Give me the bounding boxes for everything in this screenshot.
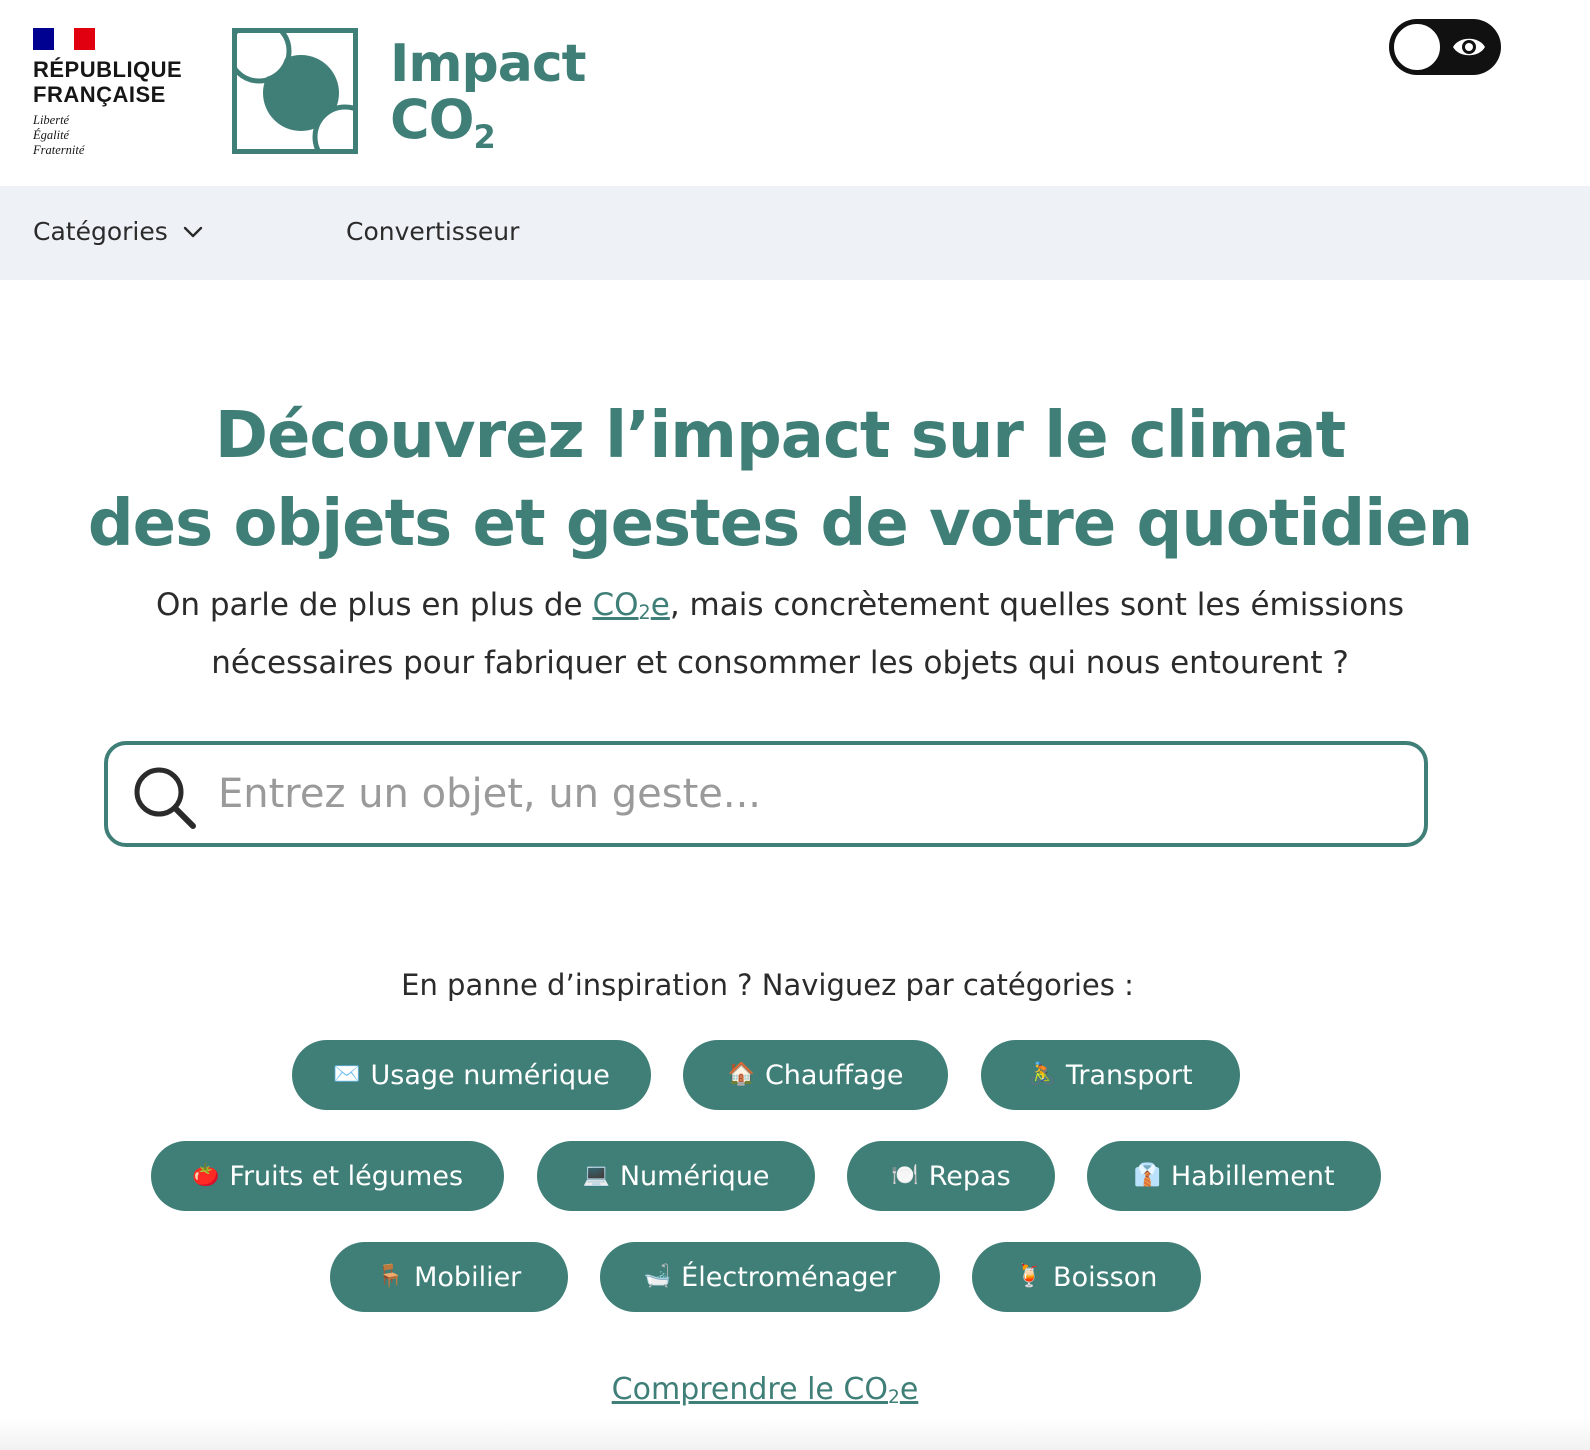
motto-liberte: Liberté: [33, 113, 70, 127]
category-fruits-legumes-button[interactable]: 🍅 Fruits et légumes: [151, 1141, 504, 1211]
eye-icon: [1453, 38, 1485, 56]
categories-intro: En panne d’inspiration ? Naviguez par ca…: [401, 968, 1134, 1002]
hero-sub-line2: nécessaires pour fabriquer et consommer …: [211, 645, 1349, 681]
logo-co: CO: [390, 88, 475, 151]
co2e-link-sub: 2: [638, 601, 651, 624]
logo-co2-text: CO2: [390, 92, 586, 165]
category-label: Chauffage: [764, 1059, 904, 1091]
hero-sub-before: On parle de plus en plus de: [155, 587, 593, 623]
search-bar[interactable]: [104, 741, 1428, 847]
republique-francaise-text: RÉPUBLIQUE FRANÇAISE: [33, 57, 203, 107]
cocktail-icon: 🍹: [1015, 1264, 1044, 1289]
plate-icon: 🍽️: [891, 1163, 919, 1188]
category-numerique-button[interactable]: 💻 Numérique: [537, 1141, 815, 1211]
toggle-knob: [1392, 22, 1442, 72]
chair-icon: 🪑: [376, 1264, 405, 1289]
laptop-icon: 💻: [582, 1163, 610, 1188]
category-label: Fruits et légumes: [229, 1160, 464, 1192]
house-icon: 🏠: [727, 1062, 755, 1087]
chevron-down-icon: [183, 226, 202, 237]
nav-categories-label: Catégories: [33, 217, 168, 246]
logo-sub: 2: [473, 118, 496, 156]
impact-co2-logo-icon[interactable]: [232, 28, 358, 154]
category-mobilier-button[interactable]: 🪑 Mobilier: [330, 1242, 568, 1312]
impact-co2-wordmark[interactable]: Impact CO2: [390, 34, 587, 165]
page-bottom-edge: [0, 1418, 1590, 1450]
hero-title-line1: Découvrez l’impact sur le climat: [214, 399, 1346, 473]
bathtub-icon: 🛁: [643, 1264, 672, 1289]
co2e-link-e: e: [650, 587, 670, 623]
site-header: RÉPUBLIQUE FRANÇAISE Liberté Égalité Fra…: [0, 0, 1590, 186]
theme-toggle[interactable]: [1389, 19, 1501, 75]
gov-motto: Liberté Égalité Fraternité: [33, 113, 203, 158]
hero-title: Découvrez l’impact sur le climat des obj…: [0, 392, 1560, 568]
category-electromenager-button[interactable]: 🛁 Électroménager: [600, 1242, 940, 1312]
category-chauffage-button[interactable]: 🏠 Chauffage: [683, 1040, 948, 1110]
co2e-link[interactable]: CO2e: [592, 587, 670, 624]
learn-more-sub: 2: [888, 1387, 900, 1408]
category-label: Habillement: [1170, 1160, 1335, 1192]
category-label: Mobilier: [414, 1261, 522, 1293]
comprendre-co2e-link[interactable]: Comprendre le CO2e: [611, 1372, 919, 1408]
envelope-icon: ✉️: [333, 1062, 361, 1087]
category-label: Numérique: [619, 1160, 770, 1192]
category-label: Repas: [928, 1160, 1011, 1192]
learn-more-e: e: [899, 1372, 919, 1407]
category-label: Boisson: [1053, 1261, 1158, 1293]
nav-convertisseur[interactable]: Convertisseur: [346, 217, 519, 246]
category-repas-button[interactable]: 🍽️ Repas: [847, 1141, 1055, 1211]
search-icon: [134, 767, 196, 829]
category-boisson-button[interactable]: 🍹 Boisson: [972, 1242, 1201, 1312]
hero-subtitle: On parle de plus en plus de CO2e, mais c…: [60, 580, 1500, 688]
nav-convertisseur-label: Convertisseur: [346, 217, 520, 246]
search-input[interactable]: [218, 759, 1408, 829]
gov-line1: RÉPUBLIQUE: [33, 57, 183, 82]
bicycle-icon: 🚴: [1028, 1062, 1056, 1087]
french-flag-icon: [33, 28, 96, 50]
hero-sub-after: , mais concrètement quelles sont les émi…: [669, 587, 1405, 623]
learn-more-section: Comprendre le CO2e: [0, 1372, 1530, 1408]
main-nav: Catégories Convertisseur: [0, 186, 1590, 280]
category-usage-numerique-button[interactable]: ✉️ Usage numérique: [292, 1040, 651, 1110]
category-transport-button[interactable]: 🚴 Transport: [981, 1040, 1240, 1110]
hero-title-line2: des objets et gestes de votre quotidien: [87, 487, 1473, 561]
category-label: Usage numérique: [370, 1059, 610, 1091]
logo-name-text: Impact: [390, 34, 587, 94]
co2e-link-co: CO: [592, 587, 639, 623]
category-habillement-button[interactable]: 👔 Habillement: [1087, 1141, 1381, 1211]
category-label: Transport: [1065, 1059, 1193, 1091]
republique-francaise-logo[interactable]: RÉPUBLIQUE FRANÇAISE Liberté Égalité Fra…: [33, 28, 203, 158]
motto-fraternite: Fraternité: [33, 143, 85, 157]
motto-egalite: Égalité: [33, 128, 70, 142]
category-label: Électroménager: [681, 1261, 897, 1293]
nav-categories[interactable]: Catégories: [33, 217, 204, 246]
tomato-icon: 🍅: [191, 1163, 220, 1188]
learn-more-text: Comprendre le CO: [611, 1372, 888, 1407]
gov-line2: FRANÇAISE: [33, 82, 166, 107]
shirt-icon: 👔: [1133, 1163, 1161, 1188]
